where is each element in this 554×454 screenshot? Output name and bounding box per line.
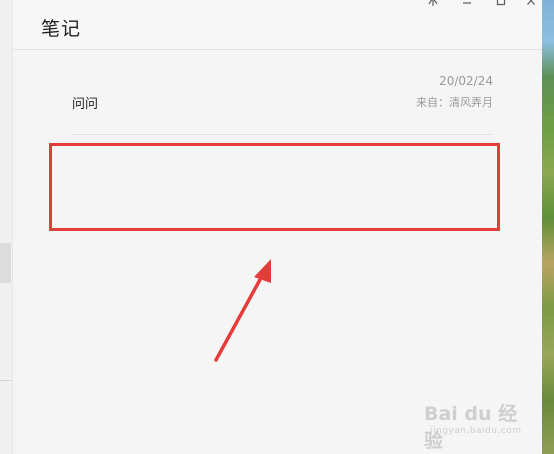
maximize-icon[interactable] (492, 0, 510, 10)
title-bar: 笔记 (13, 0, 542, 50)
maximize-icon (496, 0, 506, 6)
note-title: 问问 (72, 97, 99, 112)
annotation-highlight-box (49, 143, 500, 231)
close-icon (527, 0, 535, 5)
minimize-icon (463, 2, 471, 4)
desktop-wallpaper-strip (540, 0, 554, 454)
note-list-item[interactable]: 问问 20/02/24 来自：清风弄月 (71, 70, 493, 135)
baidu-jingyan-watermark: Bai du 经验 jingyan.baidu.com (420, 395, 530, 452)
window-title: 笔记 (41, 18, 82, 40)
background-app-block (0, 243, 11, 283)
close-icon[interactable] (522, 0, 540, 10)
watermark-url-text: jingyan.baidu.com (430, 426, 522, 436)
note-source: 来自：清风弄月 (416, 96, 493, 109)
screenshot-stage: 笔记 问问 20/02/24 来自：清风弄月 Bai du 经验 jingyan… (0, 0, 554, 454)
pin-icon (428, 0, 438, 6)
note-date: 20/02/24 (439, 74, 493, 88)
pin-icon[interactable] (424, 0, 442, 10)
minimize-icon[interactable] (458, 0, 476, 10)
background-app-divider (0, 380, 11, 381)
